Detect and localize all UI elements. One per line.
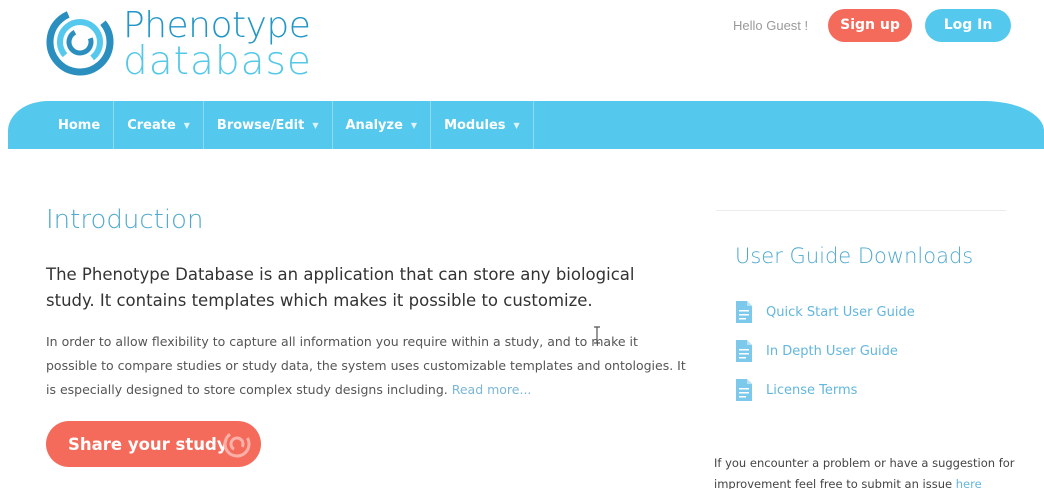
caret-down-icon: ▼ xyxy=(312,120,319,130)
page-title: Introduction xyxy=(46,205,204,235)
signup-button[interactable]: Sign up xyxy=(828,9,912,42)
read-more-link[interactable]: Read more... xyxy=(452,382,532,397)
intro-body-content: In order to allow flexibility to capture… xyxy=(46,334,686,397)
user-guide-downloads-title: User Guide Downloads xyxy=(735,244,974,268)
login-button[interactable]: Log In xyxy=(925,9,1011,42)
site-logo[interactable]: Phenotype database xyxy=(46,8,312,81)
document-icon xyxy=(736,301,752,323)
document-icon xyxy=(736,379,752,401)
nav-item-create[interactable]: Create ▼ xyxy=(114,101,204,149)
share-logo-icon xyxy=(223,430,251,458)
nav-item-modules[interactable]: Modules ▼ xyxy=(431,101,534,149)
main-nav-bar: Home Create ▼ Browse/Edit ▼ Analyze ▼ Mo… xyxy=(8,101,1044,149)
nav-item-label: Analyze xyxy=(345,117,403,133)
intro-lead-text: The Phenotype Database is an application… xyxy=(46,265,635,310)
nav-item-label: Modules xyxy=(444,117,506,133)
caret-down-icon: ▼ xyxy=(183,120,190,130)
logo-icon xyxy=(46,8,114,76)
text-cursor-icon xyxy=(594,326,600,344)
nav-item-label: Home xyxy=(58,117,101,133)
download-license-terms[interactable]: License Terms xyxy=(735,378,857,402)
nav-item-label: Browse/Edit xyxy=(216,117,305,133)
share-study-button[interactable]: Share your study xyxy=(46,421,261,467)
download-in-depth-guide[interactable]: In Depth User Guide xyxy=(735,339,898,363)
logo-text-database: database xyxy=(123,39,312,84)
nav-item-label: Create xyxy=(127,117,176,133)
caret-down-icon: ▼ xyxy=(513,120,520,130)
nav-item-home[interactable]: Home xyxy=(46,101,115,149)
nav-item-browse-edit[interactable]: Browse/Edit ▼ xyxy=(204,101,333,149)
download-quick-start-guide[interactable]: Quick Start User Guide xyxy=(735,300,915,324)
feedback-note: If you encounter a problem or have a sug… xyxy=(714,453,1024,489)
download-label: In Depth User Guide xyxy=(766,343,898,359)
caret-down-icon: ▼ xyxy=(410,120,418,130)
nav-item-analyze[interactable]: Analyze ▼ xyxy=(333,101,432,149)
download-label: License Terms xyxy=(766,382,858,398)
submit-issue-link[interactable]: here xyxy=(956,477,982,489)
share-study-label: Share your study xyxy=(68,434,228,454)
greeting-text: Hello Guest ! xyxy=(733,18,809,33)
intro-body-text: In order to allow flexibility to capture… xyxy=(46,330,686,402)
document-icon xyxy=(736,340,752,362)
sidebar-divider xyxy=(716,210,1006,211)
download-label: Quick Start User Guide xyxy=(766,304,915,320)
